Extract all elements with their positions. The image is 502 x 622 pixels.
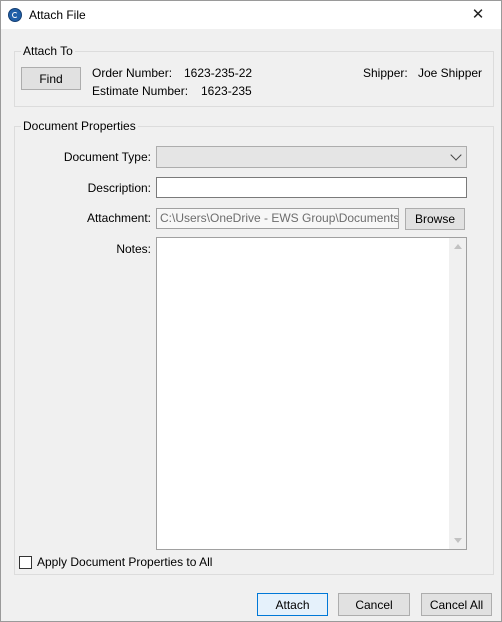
order-number-label: Order Number: xyxy=(92,66,173,80)
attach-file-dialog: Attach File ✕ Attach To Find Order Numbe… xyxy=(0,0,502,622)
order-number-value: 1623-235-22 xyxy=(184,66,253,80)
title-bar[interactable]: Attach File ✕ xyxy=(1,1,501,29)
close-icon: ✕ xyxy=(471,6,485,23)
notes-textarea[interactable] xyxy=(156,237,467,550)
shipper-value: Joe Shipper xyxy=(418,66,483,80)
shipper-label: Shipper: xyxy=(363,66,408,80)
estimate-number-value: 1623-235 xyxy=(201,84,252,98)
apply-all-label: Apply Document Properties to All xyxy=(37,555,213,569)
window-title: Attach File xyxy=(29,8,86,22)
description-input[interactable] xyxy=(156,177,467,198)
close-button[interactable]: ✕ xyxy=(455,1,501,29)
attachment-path-field[interactable]: C:\Users\OneDrive - EWS Group\Documents xyxy=(156,208,399,229)
attach-button[interactable]: Attach xyxy=(257,593,328,616)
attach-to-legend: Attach To xyxy=(23,44,73,58)
cancel-button[interactable]: Cancel xyxy=(338,593,410,616)
notes-label: Notes: xyxy=(116,242,151,256)
browse-button[interactable]: Browse xyxy=(405,208,465,230)
cancel-all-button[interactable]: Cancel All xyxy=(421,593,492,616)
scroll-up-arrow-icon[interactable] xyxy=(454,244,462,249)
scroll-down-arrow-icon[interactable] xyxy=(454,538,462,543)
find-button[interactable]: Find xyxy=(21,67,81,90)
apply-all-checkbox[interactable] xyxy=(19,556,32,569)
document-properties-legend: Document Properties xyxy=(23,119,136,133)
app-logo-icon xyxy=(8,8,22,22)
estimate-number-label: Estimate Number: xyxy=(92,84,189,98)
description-label: Description: xyxy=(87,181,151,195)
chevron-down-icon xyxy=(450,149,462,161)
document-type-select[interactable] xyxy=(156,146,467,168)
notes-scrollbar[interactable] xyxy=(449,238,466,549)
document-type-label: Document Type: xyxy=(63,150,151,164)
attachment-label: Attachment: xyxy=(86,211,151,225)
